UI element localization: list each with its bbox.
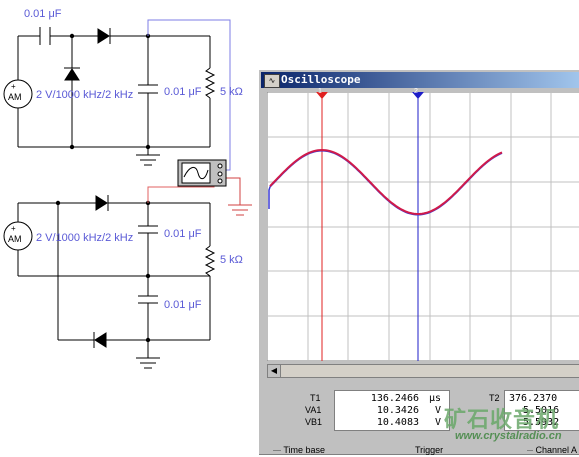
resistor-label-bottom: 5 kΩ — [220, 254, 243, 266]
va1-value: 10.3426 — [376, 405, 419, 416]
cap-upper-label: 0.01 μF — [164, 228, 202, 240]
va1-label: VA1 — [305, 405, 322, 415]
oscilloscope-icon[interactable] — [177, 159, 227, 187]
scroll-left-arrow-icon[interactable]: ◀ — [268, 365, 281, 377]
source-name-top: AM — [8, 92, 22, 102]
cursor-1-readout-box: 136.2466 μs 10.3426 V 10.4083 V — [334, 390, 450, 431]
vb1-value: 10.4083 — [376, 417, 419, 428]
t1-value: 136.2466 — [370, 393, 419, 404]
scope-ground-symbol — [228, 204, 252, 216]
oscilloscope-title-icon: ∿ — [264, 74, 280, 88]
resistor-label-top: 5 kΩ — [220, 86, 243, 98]
filter-cap-label-top: 0.01 μF — [164, 86, 202, 98]
source-label-bottom: 2 V/1000 kHz/2 kHz — [36, 232, 134, 244]
oscilloscope-title: Oscilloscope — [281, 73, 361, 86]
t1-unit: μs — [428, 393, 441, 404]
coupling-capacitor[interactable] — [39, 27, 51, 45]
oscilloscope-window[interactable]: ∿ Oscilloscope 1 2 ◀ T1 VA1 VB1 136.2466… — [258, 69, 579, 455]
vb1-unit: V — [434, 417, 441, 428]
coupling-cap-label: 0.01 μF — [24, 8, 62, 20]
load-resistor-top[interactable] — [204, 67, 216, 99]
junctions-bottom — [55, 200, 151, 343]
source-label-top: 2 V/1000 kHz/2 kHz — [36, 89, 134, 101]
vb1-label: VB1 — [305, 417, 323, 427]
cursor-2-label: 2 — [414, 88, 418, 95]
cap-lower-label: 0.01 μF — [164, 299, 202, 311]
bottom-circuit — [3, 195, 216, 369]
oscilloscope-titlebar[interactable]: ∿ Oscilloscope — [261, 72, 579, 88]
t1-label: T1 — [310, 393, 321, 403]
series-diode[interactable] — [97, 28, 111, 44]
return-diode-bottom[interactable] — [93, 332, 107, 348]
capacitor-lower-bottom[interactable] — [138, 295, 158, 304]
trigger-label: Trigger — [415, 445, 444, 455]
capacitor-upper-bottom[interactable] — [138, 225, 158, 234]
scope-ground-wire — [226, 177, 241, 205]
cursor-1-label: 1 — [318, 88, 322, 95]
load-resistor-bottom[interactable] — [204, 245, 216, 277]
va1-unit: V — [434, 405, 441, 416]
shunt-diode[interactable] — [64, 67, 80, 81]
watermark-url: www.crystalradio.cn — [455, 430, 562, 442]
source-plus-bottom: + — [11, 224, 16, 233]
horizontal-scrollbar[interactable]: ◀ — [267, 364, 579, 378]
filter-capacitor-top[interactable] — [138, 84, 158, 94]
ground-top — [136, 154, 160, 166]
channel-a-label: Channel A — [527, 445, 577, 455]
oscilloscope-screen[interactable] — [267, 92, 579, 361]
time-base-label: Time base — [273, 445, 325, 455]
source-plus-top: + — [11, 82, 16, 91]
series-diode-bottom[interactable] — [95, 195, 109, 211]
control-group-labels: Time base Trigger Channel A — [259, 445, 579, 457]
source-name-bottom: AM — [8, 234, 22, 244]
ground-bottom — [136, 357, 160, 369]
